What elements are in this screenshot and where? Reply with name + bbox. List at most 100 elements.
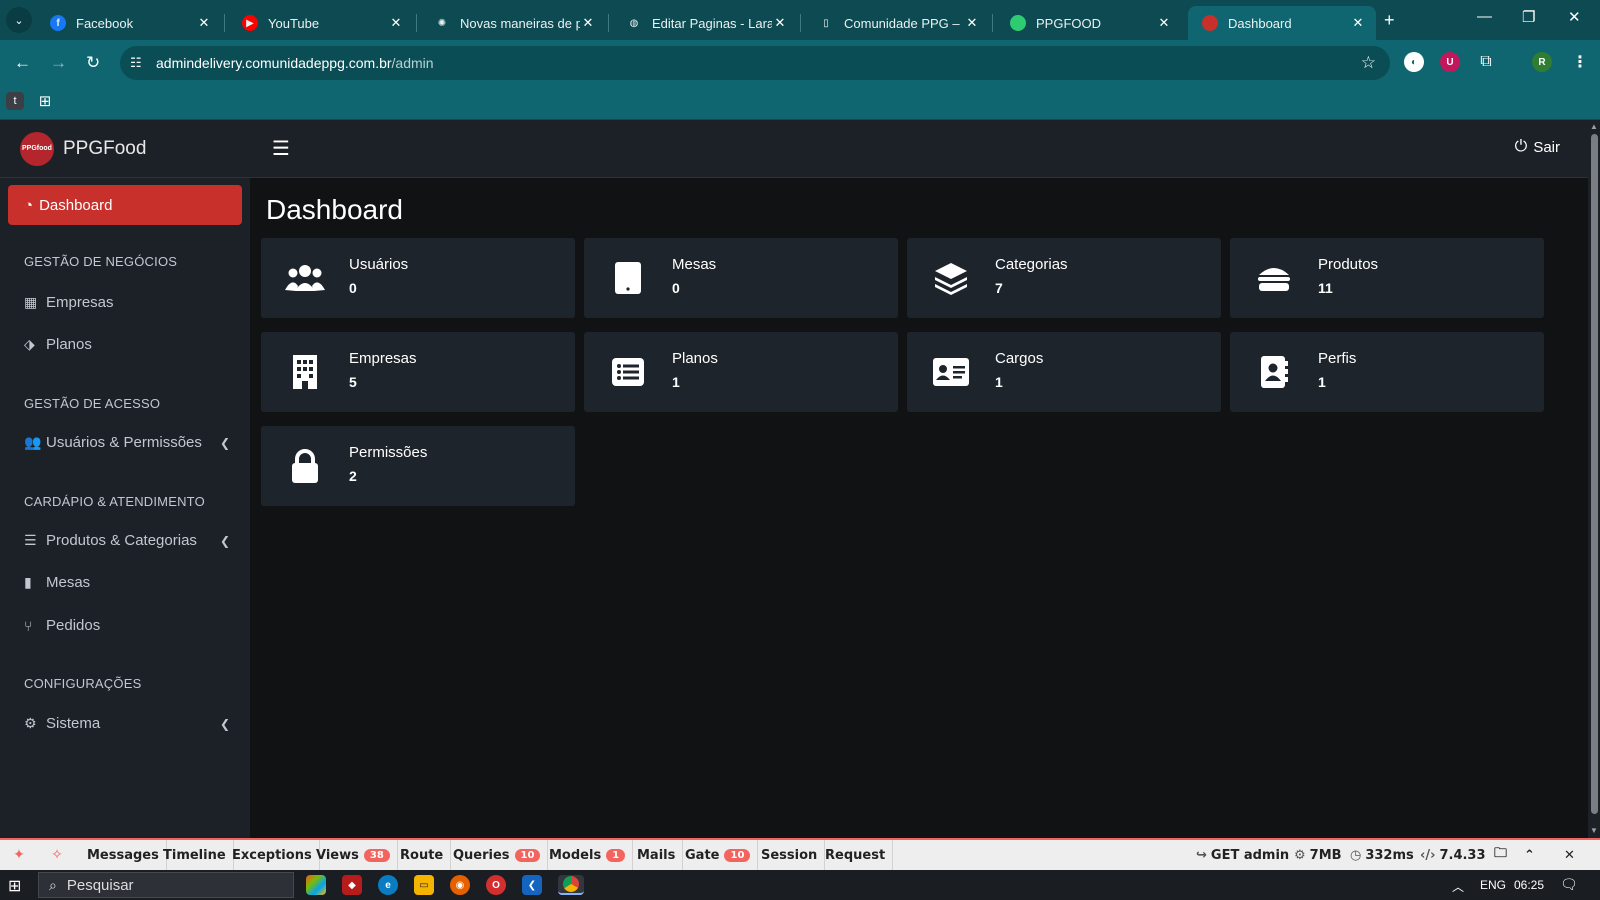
reload-button[interactable]: ↻ [86, 53, 100, 73]
vscode-icon[interactable]: ❮ [522, 875, 542, 895]
stat-card[interactable]: Mesas 0 [584, 238, 898, 318]
debug-memory[interactable]: ⚙ 7MB [1294, 840, 1342, 870]
page-scrollbar[interactable]: ▲ ▼ [1588, 120, 1600, 838]
sidebar-item-dashboard[interactable]: ◔ Dashboard [8, 185, 242, 225]
close-window-button[interactable]: ✕ [1568, 8, 1581, 26]
close-tab-icon[interactable]: ✕ [580, 15, 596, 31]
browser-tab[interactable]: ▯ Comunidade PPG – En✕ [804, 6, 990, 40]
logout-button[interactable]: ⏻ Sair [1515, 138, 1560, 156]
brand-link[interactable]: PPGfood PPGFood [0, 120, 250, 178]
laravel-logo-icon[interactable]: ✦ [8, 845, 30, 865]
debugbar-tab[interactable]: Views 38 [309, 840, 398, 870]
close-tab-icon[interactable]: ✕ [388, 15, 404, 31]
scroll-up-icon[interactable]: ▲ [1590, 122, 1598, 131]
tray-chevron-icon[interactable]: ︿ [1452, 878, 1464, 895]
browser-tab[interactable]: ▶ YouTube ✕ [228, 6, 414, 40]
stat-card[interactable]: Empresas 5 [261, 332, 575, 412]
url-input[interactable]: ☷ admindelivery.comunidadeppg.com.br/adm… [120, 46, 1390, 80]
browser-tab[interactable]: ✺ Novas maneiras de pro✕ [420, 6, 606, 40]
restore-button[interactable]: ❐ [1522, 8, 1535, 26]
debugbar-tab[interactable]: Session [754, 840, 826, 870]
debugbar-tab[interactable]: Messages [80, 840, 167, 870]
maximize-debugbar-icon[interactable]: ⌃ [1524, 840, 1535, 870]
browser-tab[interactable]: ◍ Editar Paginas - Larave✕ [612, 6, 798, 40]
page-title: Dashboard [266, 194, 403, 225]
stat-card[interactable]: Produtos 11 [1230, 238, 1544, 318]
debugbar-tab[interactable]: Models 1 [542, 840, 634, 870]
scrollbar-thumb[interactable] [1591, 134, 1598, 814]
close-tab-icon[interactable]: ✕ [772, 15, 788, 31]
chevron-left-icon[interactable]: ❮ [220, 436, 230, 450]
debugbar-tab[interactable]: Mails [630, 840, 684, 870]
sidebar-item[interactable]: ⑂ Pedidos [24, 617, 230, 634]
profile-avatar[interactable]: R [1532, 52, 1552, 72]
minimize-button[interactable]: — [1477, 8, 1492, 25]
debugbar-tab[interactable]: Route [393, 840, 452, 870]
clock[interactable]: 06:25 [1514, 878, 1544, 892]
close-tab-icon[interactable]: ✕ [1350, 15, 1366, 31]
forward-button[interactable]: → [50, 53, 67, 73]
sidebar-item[interactable]: ▮ Mesas [24, 574, 230, 591]
debug-time[interactable]: ◷ 332ms [1350, 840, 1414, 870]
sidebar-item-label: Sistema [46, 715, 101, 732]
back-button[interactable]: ← [14, 53, 31, 73]
taskbar-search-input[interactable]: ⌕ Pesquisar [38, 872, 294, 898]
stat-card[interactable]: Categorias 7 [907, 238, 1221, 318]
debugbar-badge: 1 [606, 848, 626, 862]
edge-icon[interactable]: e [378, 875, 398, 895]
apps-grid-icon[interactable]: ⊞ [36, 92, 54, 110]
close-tab-icon[interactable]: ✕ [196, 15, 212, 31]
new-tab-button[interactable]: + [1384, 10, 1395, 31]
laravel-open-icon[interactable]: ✧ [46, 845, 68, 865]
browser-tab[interactable]: PPGFOOD ✕ [996, 6, 1182, 40]
sidebar-item[interactable]: ⬗ Planos [24, 336, 230, 353]
close-tab-icon[interactable]: ✕ [1156, 15, 1172, 31]
sidebar-item[interactable]: ☰ Produtos & Categorias ❮ [24, 532, 230, 549]
folder-open-icon[interactable]: 🗀 [1494, 840, 1507, 870]
close-tab-icon[interactable]: ✕ [964, 15, 980, 31]
file-explorer-icon[interactable]: ▭ [414, 875, 434, 895]
language-indicator[interactable]: ENG [1480, 878, 1506, 892]
site-info-icon[interactable]: ☷ [130, 55, 142, 71]
opera-icon[interactable]: O [486, 875, 506, 895]
bookmark-tumblr[interactable]: t [6, 92, 24, 110]
sidebar-item[interactable]: ⚙ Sistema ❮ [24, 715, 230, 732]
url-domain: admindelivery.comunidadeppg.com.br [156, 55, 392, 71]
browser-tab[interactable]: Dashboard ✕ [1188, 6, 1376, 40]
chevron-left-icon[interactable]: ❮ [220, 534, 230, 548]
notifications-icon[interactable]: 🗨 [1560, 876, 1578, 893]
chrome-icon[interactable] [558, 875, 584, 895]
browser-tab[interactable]: f Facebook ✕ [36, 6, 222, 40]
firefox-icon[interactable]: ◉ [450, 875, 470, 895]
close-debugbar-icon[interactable]: ✕ [1564, 840, 1575, 870]
debugbar-tab[interactable]: Queries 10 [446, 840, 549, 870]
stat-card[interactable]: Permissões 2 [261, 426, 575, 506]
debugbar-tab[interactable]: Gate 10 [678, 840, 759, 870]
stat-card[interactable]: Usuários 0 [261, 238, 575, 318]
chevron-left-icon[interactable]: ❮ [220, 717, 230, 731]
sidebar-item[interactable]: ▦ Empresas [24, 294, 230, 311]
address-bar-row: ← → ↻ ☷ admindelivery.comunidadeppg.com.… [0, 40, 1600, 86]
debug-php-version[interactable]: ‹/› 7.4.33 [1420, 840, 1486, 870]
app-icon[interactable]: ◆ [342, 875, 362, 895]
sidebar-item[interactable]: 👥 Usuários & Permissões ❮ [24, 434, 230, 451]
users-cog-icon: 👥 [24, 434, 42, 450]
debugbar-tab[interactable]: Exceptions [225, 840, 320, 870]
ublock-extension-icon[interactable]: U [1440, 52, 1460, 72]
copilot-icon[interactable] [306, 875, 326, 895]
stat-card[interactable]: Planos 1 [584, 332, 898, 412]
scroll-down-icon[interactable]: ▼ [1590, 826, 1598, 835]
extension-globe-icon[interactable]: ◐ [1404, 52, 1424, 72]
bookmark-star-icon[interactable]: ☆ [1361, 53, 1376, 73]
stat-card[interactable]: Cargos 1 [907, 332, 1221, 412]
browser-menu-icon[interactable]: ⋮ [1570, 52, 1590, 72]
tab-search-button[interactable]: ⌄ [6, 7, 32, 33]
debugbar-tab[interactable]: Request [818, 840, 894, 870]
windows-start-icon[interactable]: ⊞ [8, 876, 21, 896]
stat-card[interactable]: Perfis 1 [1230, 332, 1544, 412]
bookmarks-bar: t ⊞ [0, 86, 1600, 120]
extensions-puzzle-icon[interactable]: ⧉ [1476, 52, 1496, 72]
debug-request[interactable]: ↪ GET admin [1196, 840, 1289, 870]
debugbar-tab[interactable]: Timeline [156, 840, 234, 870]
menu-toggle-icon[interactable]: ☰ [272, 136, 290, 161]
